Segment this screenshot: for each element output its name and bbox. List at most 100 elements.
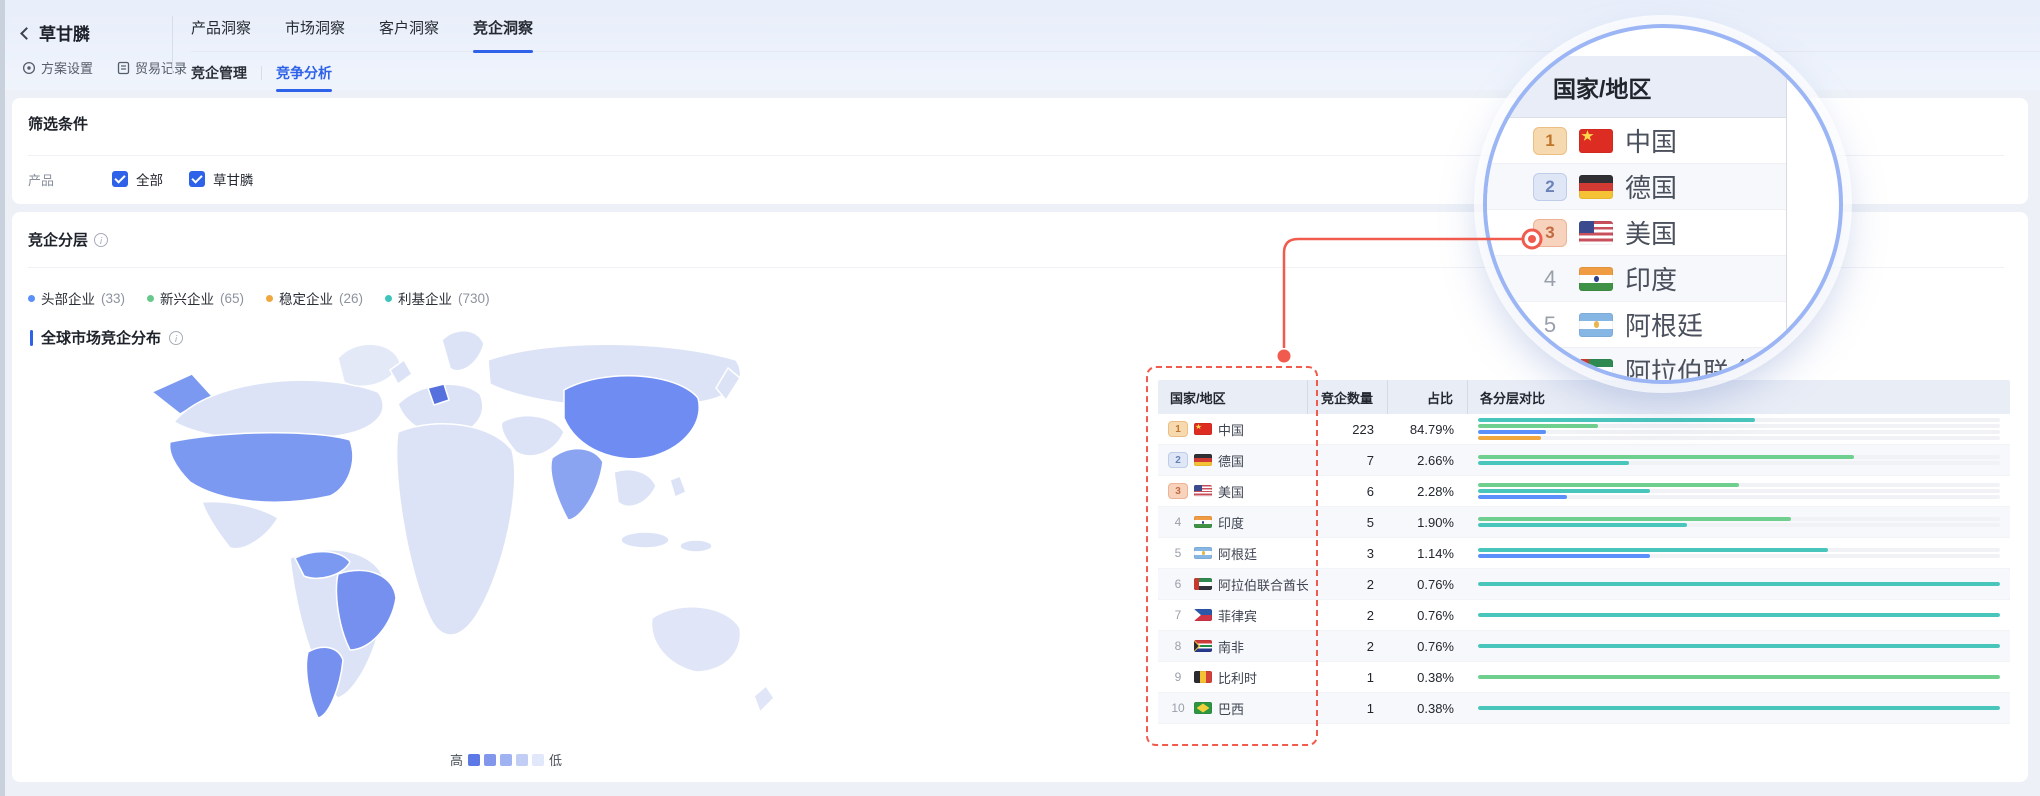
- table-row[interactable]: 3美国62.28%: [1158, 476, 2010, 507]
- rank-number: 4: [1533, 266, 1567, 292]
- bar-track: [1478, 436, 2000, 440]
- flag-za-icon: [1194, 640, 1212, 652]
- bar-fill-emerging: [1478, 483, 1739, 487]
- legend-item-top[interactable]: 头部企业(33): [28, 288, 125, 308]
- country-cell: 3美国: [1158, 482, 1308, 501]
- table-row[interactable]: 1中国22384.79%: [1158, 414, 2010, 445]
- page-title: 草甘膦: [39, 20, 90, 45]
- bar-fill-emerging: [1478, 424, 1598, 428]
- tier-bars-cell: [1468, 613, 2010, 617]
- map-china: [564, 376, 699, 459]
- checkbox-option-all[interactable]: 全部: [112, 169, 163, 189]
- bar-track: [1478, 613, 2000, 617]
- flag-ph-icon: [1194, 609, 1212, 621]
- table-row[interactable]: 9比利时10.38%: [1158, 662, 2010, 693]
- col-percent[interactable]: 占比: [1388, 380, 1468, 414]
- checkbox-option-glyphosate[interactable]: 草甘膦: [189, 169, 254, 189]
- rank-badge-2-icon: 2: [1168, 452, 1188, 468]
- bar-track: [1478, 675, 2000, 679]
- legend-item-emerging[interactable]: 新兴企业(65): [147, 288, 244, 308]
- tab-competitor-insight[interactable]: 竞企洞察: [473, 17, 533, 40]
- legend-dot-icon: [385, 295, 392, 302]
- col-country[interactable]: 国家/地区: [1158, 380, 1308, 414]
- legend-count: (730): [458, 291, 490, 306]
- trade-records-button[interactable]: 贸易记录: [117, 58, 187, 77]
- competitor-count: 2: [1308, 608, 1388, 623]
- flag-us-icon: [1194, 485, 1212, 497]
- table-row[interactable]: 10巴西10.38%: [1158, 693, 2010, 724]
- table-row[interactable]: 7菲律宾20.76%: [1158, 600, 2010, 631]
- bar-track: [1478, 430, 2000, 434]
- country-name: 阿根廷: [1218, 544, 1257, 563]
- map-new-zealand: [754, 686, 774, 712]
- table-body: 1中国22384.79%2德国72.66%3美国62.28%4印度51.90%5…: [1158, 414, 2010, 724]
- subtab-competition-analysis[interactable]: 竞争分析: [276, 63, 332, 83]
- magnifier-country-name: 阿根廷: [1625, 306, 1703, 343]
- map-greenland: [338, 344, 400, 386]
- percent-value: 0.76%: [1388, 639, 1468, 654]
- bar-track: [1478, 455, 2000, 459]
- tab-market-insight[interactable]: 市场洞察: [285, 17, 345, 40]
- magnifier-row: 1中国: [1483, 118, 1786, 164]
- bar-fill-niche: [1478, 582, 2000, 586]
- tab-product-insight[interactable]: 产品洞察: [191, 17, 251, 40]
- rank-number: 6: [1533, 358, 1567, 384]
- rank-badge-3-icon: 3: [1533, 219, 1567, 247]
- product-filter-row: 产品 全部 草甘膦: [28, 166, 280, 192]
- country-cell: 5 阿根廷: [1158, 544, 1308, 563]
- bar-fill-top: [1478, 554, 1650, 558]
- country-cell: 10巴西: [1158, 699, 1308, 718]
- info-icon[interactable]: [94, 233, 108, 247]
- rank-number: 5: [1168, 546, 1188, 560]
- scale-square: [468, 754, 480, 766]
- magnifier-country-name: 美国: [1625, 214, 1677, 251]
- country-name: 德国: [1218, 451, 1244, 470]
- scale-square: [484, 754, 496, 766]
- bar-fill-emerging: [1478, 675, 2000, 679]
- subtab-competitor-management[interactable]: 竞企管理: [191, 63, 247, 83]
- stratification-title-row: 竞企分层: [28, 229, 108, 250]
- percent-value: 0.76%: [1388, 577, 1468, 592]
- magnifier-circle: 国家/地区 1中国2德国3美国4印度5阿根廷6阿拉伯联合酋长: [1483, 24, 1843, 384]
- scale-square: [500, 754, 512, 766]
- col-tier-comparison[interactable]: 各分层对比: [1468, 380, 2010, 414]
- world-map[interactable]: [140, 330, 800, 750]
- table-row[interactable]: 5阿根廷31.14%: [1158, 538, 2010, 569]
- scale-high-label: 高: [450, 750, 463, 769]
- country-cell: 4印度: [1158, 513, 1308, 532]
- tab-customer-insight[interactable]: 客户洞察: [379, 17, 439, 40]
- table-row[interactable]: 6阿拉伯联合酋长20.76%: [1158, 569, 2010, 600]
- rank-number: 7: [1168, 608, 1188, 622]
- bar-track: [1478, 644, 2000, 648]
- back-button[interactable]: 草甘膦: [22, 20, 90, 45]
- legend-label: 新兴企业: [160, 288, 214, 308]
- flag-in-icon: [1579, 267, 1613, 291]
- competitor-count: 5: [1308, 515, 1388, 530]
- main-tabs: 产品洞察 市场洞察 客户洞察 竞企洞察: [191, 0, 2040, 52]
- magnifier-rows: 1中国2德国3美国4印度5阿根廷6阿拉伯联合酋长: [1483, 118, 1786, 384]
- legend-item-niche[interactable]: 利基企业(730): [385, 288, 490, 308]
- magnifier-row: 5阿根廷: [1483, 302, 1786, 348]
- country-name: 印度: [1218, 513, 1244, 532]
- legend-item-stable[interactable]: 稳定企业(26): [266, 288, 363, 308]
- flag-ae-icon: [1579, 359, 1613, 383]
- bar-track: [1478, 517, 2000, 521]
- bar-fill-top: [1478, 495, 1567, 499]
- tier-bars-cell: [1468, 418, 2010, 440]
- map-indonesia-2: [680, 540, 712, 552]
- plan-settings-button[interactable]: 方案设置: [22, 58, 93, 77]
- rank-number: 9: [1168, 670, 1188, 684]
- legend-dot-icon: [28, 295, 35, 302]
- country-cell: 1中国: [1158, 420, 1308, 439]
- table-row[interactable]: 4印度51.90%: [1158, 507, 2010, 538]
- plan-settings-label: 方案设置: [41, 58, 93, 77]
- bar-track: [1478, 483, 2000, 487]
- bar-track: [1478, 489, 2000, 493]
- bar-track: [1478, 548, 2000, 552]
- back-chevron-icon: [20, 27, 33, 40]
- table-row[interactable]: 2德国72.66%: [1158, 445, 2010, 476]
- col-count[interactable]: 竞企数量: [1308, 380, 1388, 414]
- checkbox-option-all-label: 全部: [136, 169, 163, 189]
- table-row[interactable]: 8南非20.76%: [1158, 631, 2010, 662]
- competitor-count: 1: [1308, 701, 1388, 716]
